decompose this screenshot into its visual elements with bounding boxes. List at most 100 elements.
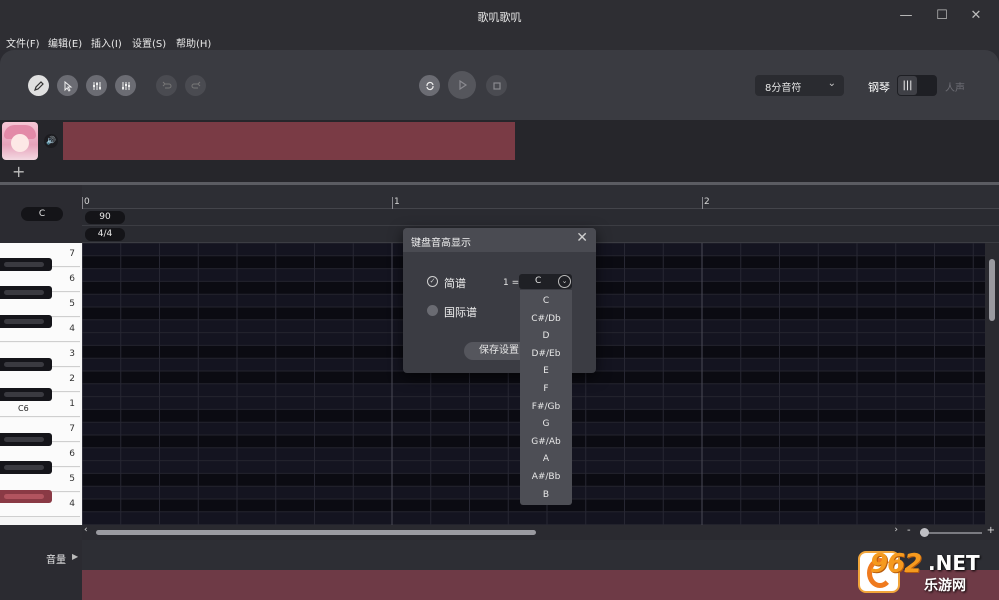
key-select-value: C bbox=[535, 276, 542, 286]
watermark-sub: 乐游网 bbox=[924, 578, 966, 594]
radio-international[interactable] bbox=[427, 305, 438, 316]
measure-ruler[interactable]: 0 1 2 bbox=[82, 185, 999, 209]
singer-avatar[interactable] bbox=[2, 122, 38, 160]
tempo-lane: 90 bbox=[82, 209, 999, 226]
track-clip[interactable] bbox=[63, 122, 515, 160]
key-pill[interactable]: C bbox=[21, 207, 63, 221]
ruler-tick bbox=[702, 197, 703, 209]
horizontal-scroll-thumb[interactable] bbox=[96, 530, 536, 535]
piano-keys-icon: ||| bbox=[898, 76, 917, 95]
avatar-face bbox=[11, 134, 29, 152]
key-option[interactable]: F#/Gb bbox=[520, 398, 572, 416]
key-option[interactable]: A bbox=[520, 450, 572, 468]
key-degree: 6 bbox=[69, 449, 75, 459]
zoom-knob[interactable] bbox=[920, 528, 929, 537]
app-window: 歌叽歌叽 — ☐ ✕ 文件(F) 编辑(E) 插入(I) 设置(S) 帮助(H) bbox=[0, 0, 999, 600]
black-key[interactable] bbox=[0, 461, 52, 474]
key-degree: 4 bbox=[69, 324, 75, 334]
menu-file[interactable]: 文件(F) bbox=[6, 35, 40, 50]
mixer-tool-button[interactable] bbox=[86, 75, 107, 96]
play-button[interactable] bbox=[448, 71, 476, 99]
toolbar: 8分音符 ⌄ 钢琴 ||| 人声 bbox=[0, 50, 999, 120]
tuning-tool-button[interactable] bbox=[115, 75, 136, 96]
close-icon[interactable]: ✕ bbox=[576, 230, 588, 246]
redo-button[interactable] bbox=[185, 75, 206, 96]
select-tool-button[interactable] bbox=[57, 75, 78, 96]
maximize-icon[interactable]: ☐ bbox=[932, 6, 952, 26]
octave-label: C6 bbox=[18, 404, 29, 413]
zoom-track[interactable] bbox=[920, 532, 982, 534]
time-signature-badge[interactable]: 4/4 bbox=[85, 228, 125, 241]
mixer-icon bbox=[92, 81, 101, 90]
ruler-tick bbox=[82, 197, 83, 209]
black-key-highlighted[interactable] bbox=[0, 490, 52, 503]
piano-keyboard[interactable]: 7 6 5 4 3 2 1 7 6 5 4 C6 bbox=[0, 243, 82, 525]
key-degree: 6 bbox=[69, 274, 75, 284]
measure-number: 0 bbox=[84, 197, 90, 207]
black-key[interactable] bbox=[0, 315, 52, 328]
chevron-down-icon: ⌄ bbox=[558, 275, 571, 288]
stop-icon bbox=[492, 81, 501, 90]
key-option[interactable]: E bbox=[520, 362, 572, 380]
dialog-header: 键盘音高显示 ✕ bbox=[403, 228, 596, 252]
expand-arrow-icon[interactable]: ▶ bbox=[72, 552, 78, 561]
vertical-scroll-thumb[interactable] bbox=[989, 259, 995, 321]
option-international-label[interactable]: 国际谱 bbox=[444, 304, 477, 320]
key-option[interactable]: F bbox=[520, 380, 572, 398]
black-key[interactable] bbox=[0, 358, 52, 371]
minimize-icon[interactable]: — bbox=[896, 6, 916, 26]
speaker-icon[interactable]: 🔊 bbox=[44, 134, 58, 148]
piano-voice-toggle[interactable]: ||| bbox=[897, 75, 937, 96]
measure-number: 2 bbox=[704, 197, 710, 207]
option-numbered-label[interactable]: 简谱 bbox=[444, 275, 466, 291]
undo-icon bbox=[162, 81, 171, 88]
key-option[interactable]: G#/Ab bbox=[520, 433, 572, 451]
voice-mode-label: 人声 bbox=[945, 83, 965, 94]
horizontal-scrollbar[interactable]: ‹ › bbox=[82, 525, 902, 540]
dialog-title: 键盘音高显示 bbox=[411, 238, 471, 249]
key-option[interactable]: D#/Eb bbox=[520, 345, 572, 363]
loop-icon bbox=[425, 81, 434, 90]
scroll-right-icon[interactable]: › bbox=[894, 525, 898, 535]
close-icon[interactable]: ✕ bbox=[966, 6, 986, 26]
pencil-tool-button[interactable] bbox=[28, 75, 49, 96]
key-option[interactable]: D bbox=[520, 327, 572, 345]
zoom-out-button[interactable]: - bbox=[907, 525, 911, 536]
key-degree: 4 bbox=[69, 499, 75, 509]
note-length-select[interactable]: 8分音符 ⌄ bbox=[755, 75, 844, 96]
scroll-left-icon[interactable]: ‹ bbox=[84, 525, 88, 535]
stop-button[interactable] bbox=[486, 75, 507, 96]
add-track-button[interactable]: + bbox=[12, 162, 25, 181]
black-key[interactable] bbox=[0, 286, 52, 299]
tempo-badge[interactable]: 90 bbox=[85, 211, 125, 224]
key-option[interactable]: A#/Bb bbox=[520, 468, 572, 486]
key-option[interactable]: C bbox=[520, 292, 572, 310]
vertical-scrollbar[interactable] bbox=[985, 243, 999, 525]
key-option[interactable]: G bbox=[520, 415, 572, 433]
menu-settings[interactable]: 设置(S) bbox=[132, 35, 166, 50]
pointer-icon bbox=[64, 80, 72, 92]
volume-label: 音量 bbox=[46, 555, 66, 566]
radio-numbered[interactable]: ✓ bbox=[427, 276, 438, 287]
zoom-in-button[interactable]: + bbox=[987, 525, 995, 536]
menu-edit[interactable]: 编辑(E) bbox=[48, 35, 82, 50]
black-key[interactable] bbox=[0, 388, 52, 401]
window-title: 歌叽歌叽 bbox=[477, 11, 522, 24]
piano-mode-label: 钢琴 bbox=[868, 81, 890, 94]
key-prefix-label: 1 = bbox=[503, 278, 520, 288]
site-watermark: 962 .NET 乐游网 bbox=[858, 549, 993, 595]
key-options-list: C C#/Db D D#/Eb E F F#/Gb G G#/Ab A A#/Bb B bbox=[520, 290, 572, 505]
key-option[interactable]: C#/Db bbox=[520, 310, 572, 328]
loop-button[interactable] bbox=[419, 75, 440, 96]
undo-button[interactable] bbox=[156, 75, 177, 96]
key-degree: 3 bbox=[69, 349, 75, 359]
key-select[interactable]: C ⌄ bbox=[519, 274, 572, 289]
key-option[interactable]: B bbox=[520, 486, 572, 504]
key-degree: 1 bbox=[69, 399, 75, 409]
black-key[interactable] bbox=[0, 258, 52, 271]
ruler-tick bbox=[392, 197, 393, 209]
black-key[interactable] bbox=[0, 433, 52, 446]
menu-insert[interactable]: 插入(I) bbox=[91, 35, 122, 50]
menu-help[interactable]: 帮助(H) bbox=[176, 35, 211, 50]
watermark-logo: 962 bbox=[870, 549, 922, 579]
